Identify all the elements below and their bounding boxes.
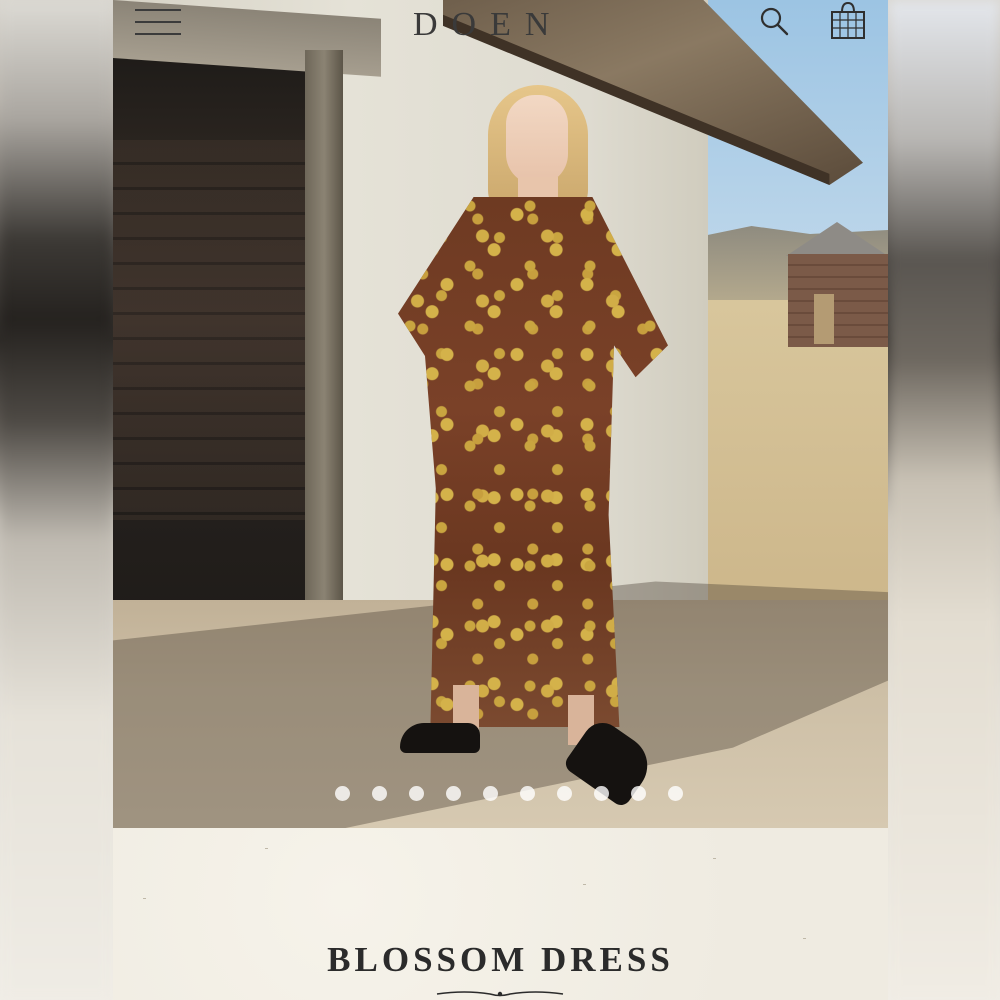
shoe-left	[400, 723, 480, 753]
shopping-bag-icon[interactable]	[829, 0, 867, 40]
product-title: BLOSSOM DRESS	[327, 940, 674, 979]
carousel-dot[interactable]	[445, 786, 461, 801]
carousel-dot[interactable]	[556, 786, 572, 801]
mobile-product-page: DOEN BLOSSOM DRESS	[113, 0, 888, 1000]
carousel-dot[interactable]	[593, 786, 609, 801]
photo-doorway	[113, 20, 331, 685]
carousel-dot[interactable]	[519, 786, 535, 801]
photo-model-in-dress	[398, 85, 668, 809]
carousel-dot[interactable]	[408, 786, 424, 801]
blurred-background-left	[0, 0, 113, 1000]
carousel-dot[interactable]	[371, 786, 387, 801]
carousel-dot[interactable]	[630, 786, 646, 801]
brand-logo[interactable]: DOEN	[413, 6, 563, 44]
floral-dress	[398, 197, 668, 727]
blurred-background-right	[888, 0, 1000, 1000]
carousel-dot[interactable]	[334, 786, 350, 801]
carousel-dot[interactable]	[667, 786, 683, 801]
photo-silo-building	[786, 222, 888, 347]
carousel-dot[interactable]	[482, 786, 498, 801]
hamburger-menu-icon[interactable]	[135, 6, 181, 38]
product-photo[interactable]: DOEN	[113, 0, 888, 828]
site-header: DOEN	[113, 0, 888, 48]
title-flourish-divider	[436, 991, 564, 997]
photo-doorframe	[305, 50, 343, 650]
product-info: BLOSSOM DRESS	[113, 828, 888, 1000]
search-icon[interactable]	[758, 5, 790, 37]
carousel-dots	[113, 786, 888, 806]
